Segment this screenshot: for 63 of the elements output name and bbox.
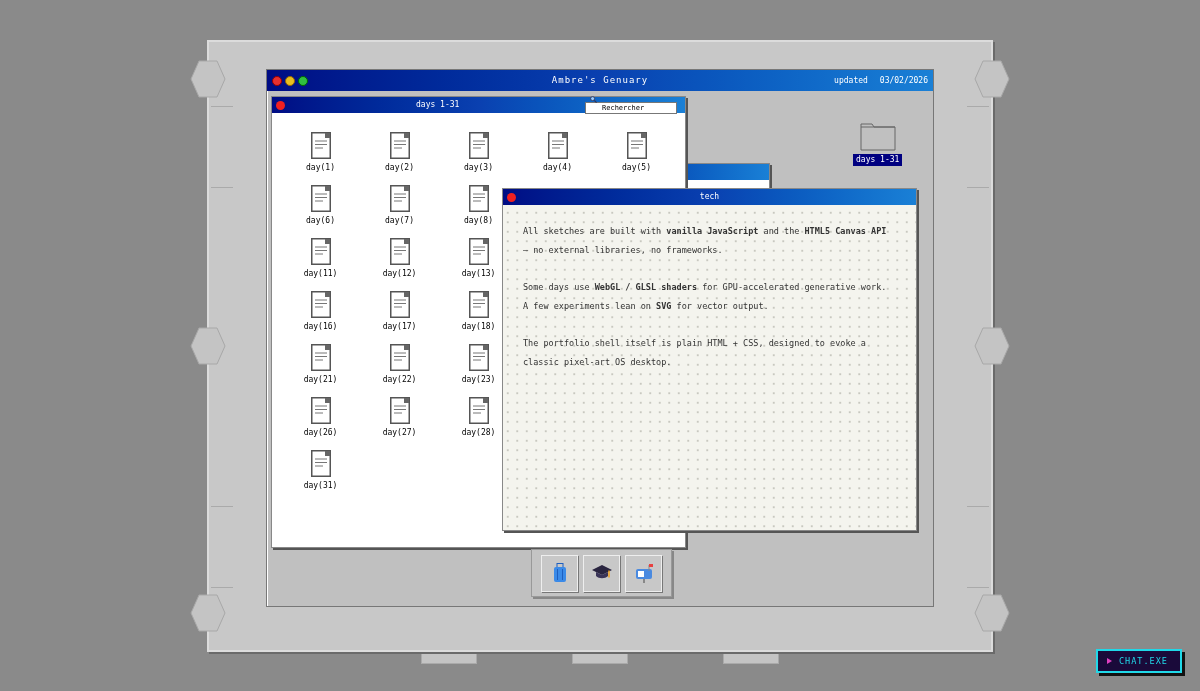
document-icon bbox=[389, 238, 410, 265]
file-label[interactable]: day(1) bbox=[306, 162, 335, 174]
document-icon bbox=[468, 291, 489, 318]
paragraph: All sketches are built with vanilla JavaScript and the HTML5 Canvas API — no external libraries, no frameworks. bbox=[523, 225, 888, 257]
file-label[interactable]: day(23) bbox=[461, 374, 496, 386]
document-icon bbox=[626, 132, 647, 159]
file-label[interactable]: day(2) bbox=[385, 162, 414, 174]
close-button[interactable] bbox=[276, 100, 285, 110]
mailbox-icon bbox=[633, 563, 654, 583]
document-icon bbox=[468, 397, 489, 424]
file-label[interactable]: day(27) bbox=[382, 427, 417, 439]
file-label[interactable]: day(3) bbox=[464, 162, 493, 174]
chat-button[interactable]: CHAT.EXE bbox=[1096, 649, 1182, 673]
window-title: tech bbox=[699, 191, 720, 203]
document-icon bbox=[310, 185, 331, 212]
updated-date: 03/02/2026 bbox=[879, 74, 928, 87]
document-icon bbox=[547, 132, 568, 159]
document-icon bbox=[468, 185, 489, 212]
window-title: days 1-31 bbox=[416, 99, 460, 111]
file-label[interactable]: day(18) bbox=[461, 321, 496, 333]
file-label[interactable]: day(22) bbox=[382, 374, 417, 386]
file-label[interactable]: day(31) bbox=[303, 480, 338, 492]
document-icon bbox=[389, 132, 410, 159]
file-label[interactable]: day(7) bbox=[385, 215, 414, 227]
document-icon bbox=[310, 238, 331, 265]
file-label[interactable]: day(5) bbox=[622, 162, 651, 174]
window-title: Ambre's Genuary bbox=[551, 73, 649, 87]
file-label[interactable]: day(8) bbox=[464, 215, 493, 227]
close-button[interactable] bbox=[507, 192, 516, 202]
suitcase-icon bbox=[552, 563, 567, 583]
dock-button[interactable] bbox=[583, 554, 620, 592]
play-icon bbox=[1107, 658, 1112, 664]
close-button[interactable] bbox=[272, 75, 282, 86]
file-label[interactable]: day(12) bbox=[382, 268, 417, 280]
minimize-button[interactable] bbox=[285, 75, 295, 86]
document-icon bbox=[389, 344, 410, 371]
file-label[interactable]: day(6) bbox=[306, 215, 335, 227]
document-icon bbox=[310, 397, 331, 424]
document-icon bbox=[468, 238, 489, 265]
file-label[interactable]: day(21) bbox=[303, 374, 338, 386]
maximize-button[interactable] bbox=[298, 75, 308, 86]
file-label[interactable]: day(11) bbox=[303, 268, 338, 280]
document-icon bbox=[468, 132, 489, 159]
folder-label[interactable]: days 1-31 bbox=[853, 154, 903, 166]
file-label[interactable]: day(4) bbox=[543, 162, 572, 174]
document-icon bbox=[310, 132, 331, 159]
file-label[interactable]: day(13) bbox=[461, 268, 496, 280]
document-icon bbox=[389, 291, 410, 318]
search-icon bbox=[590, 96, 597, 103]
file-label[interactable]: day(16) bbox=[303, 321, 338, 333]
updated-label: updated bbox=[834, 74, 868, 87]
document-icon bbox=[389, 185, 410, 212]
file-label[interactable]: day(28) bbox=[461, 427, 496, 439]
document-icon bbox=[468, 344, 489, 371]
document-icon bbox=[310, 291, 331, 318]
file-label[interactable]: day(17) bbox=[382, 321, 417, 333]
paragraph: The portfolio shell itself is plain HTML + CSS, designed to evoke a classic pixel-art OS desktop. bbox=[523, 337, 867, 369]
folder-icon[interactable] bbox=[859, 121, 896, 151]
file-label[interactable]: day(26) bbox=[303, 427, 338, 439]
document-icon bbox=[310, 450, 331, 477]
document-icon bbox=[389, 397, 410, 424]
paragraph: Some days use WebGL / GLSL shaders for GPU-accelerated generative work. A few experiments lean on SVG for vector output. bbox=[523, 281, 888, 313]
document-icon bbox=[310, 344, 331, 371]
